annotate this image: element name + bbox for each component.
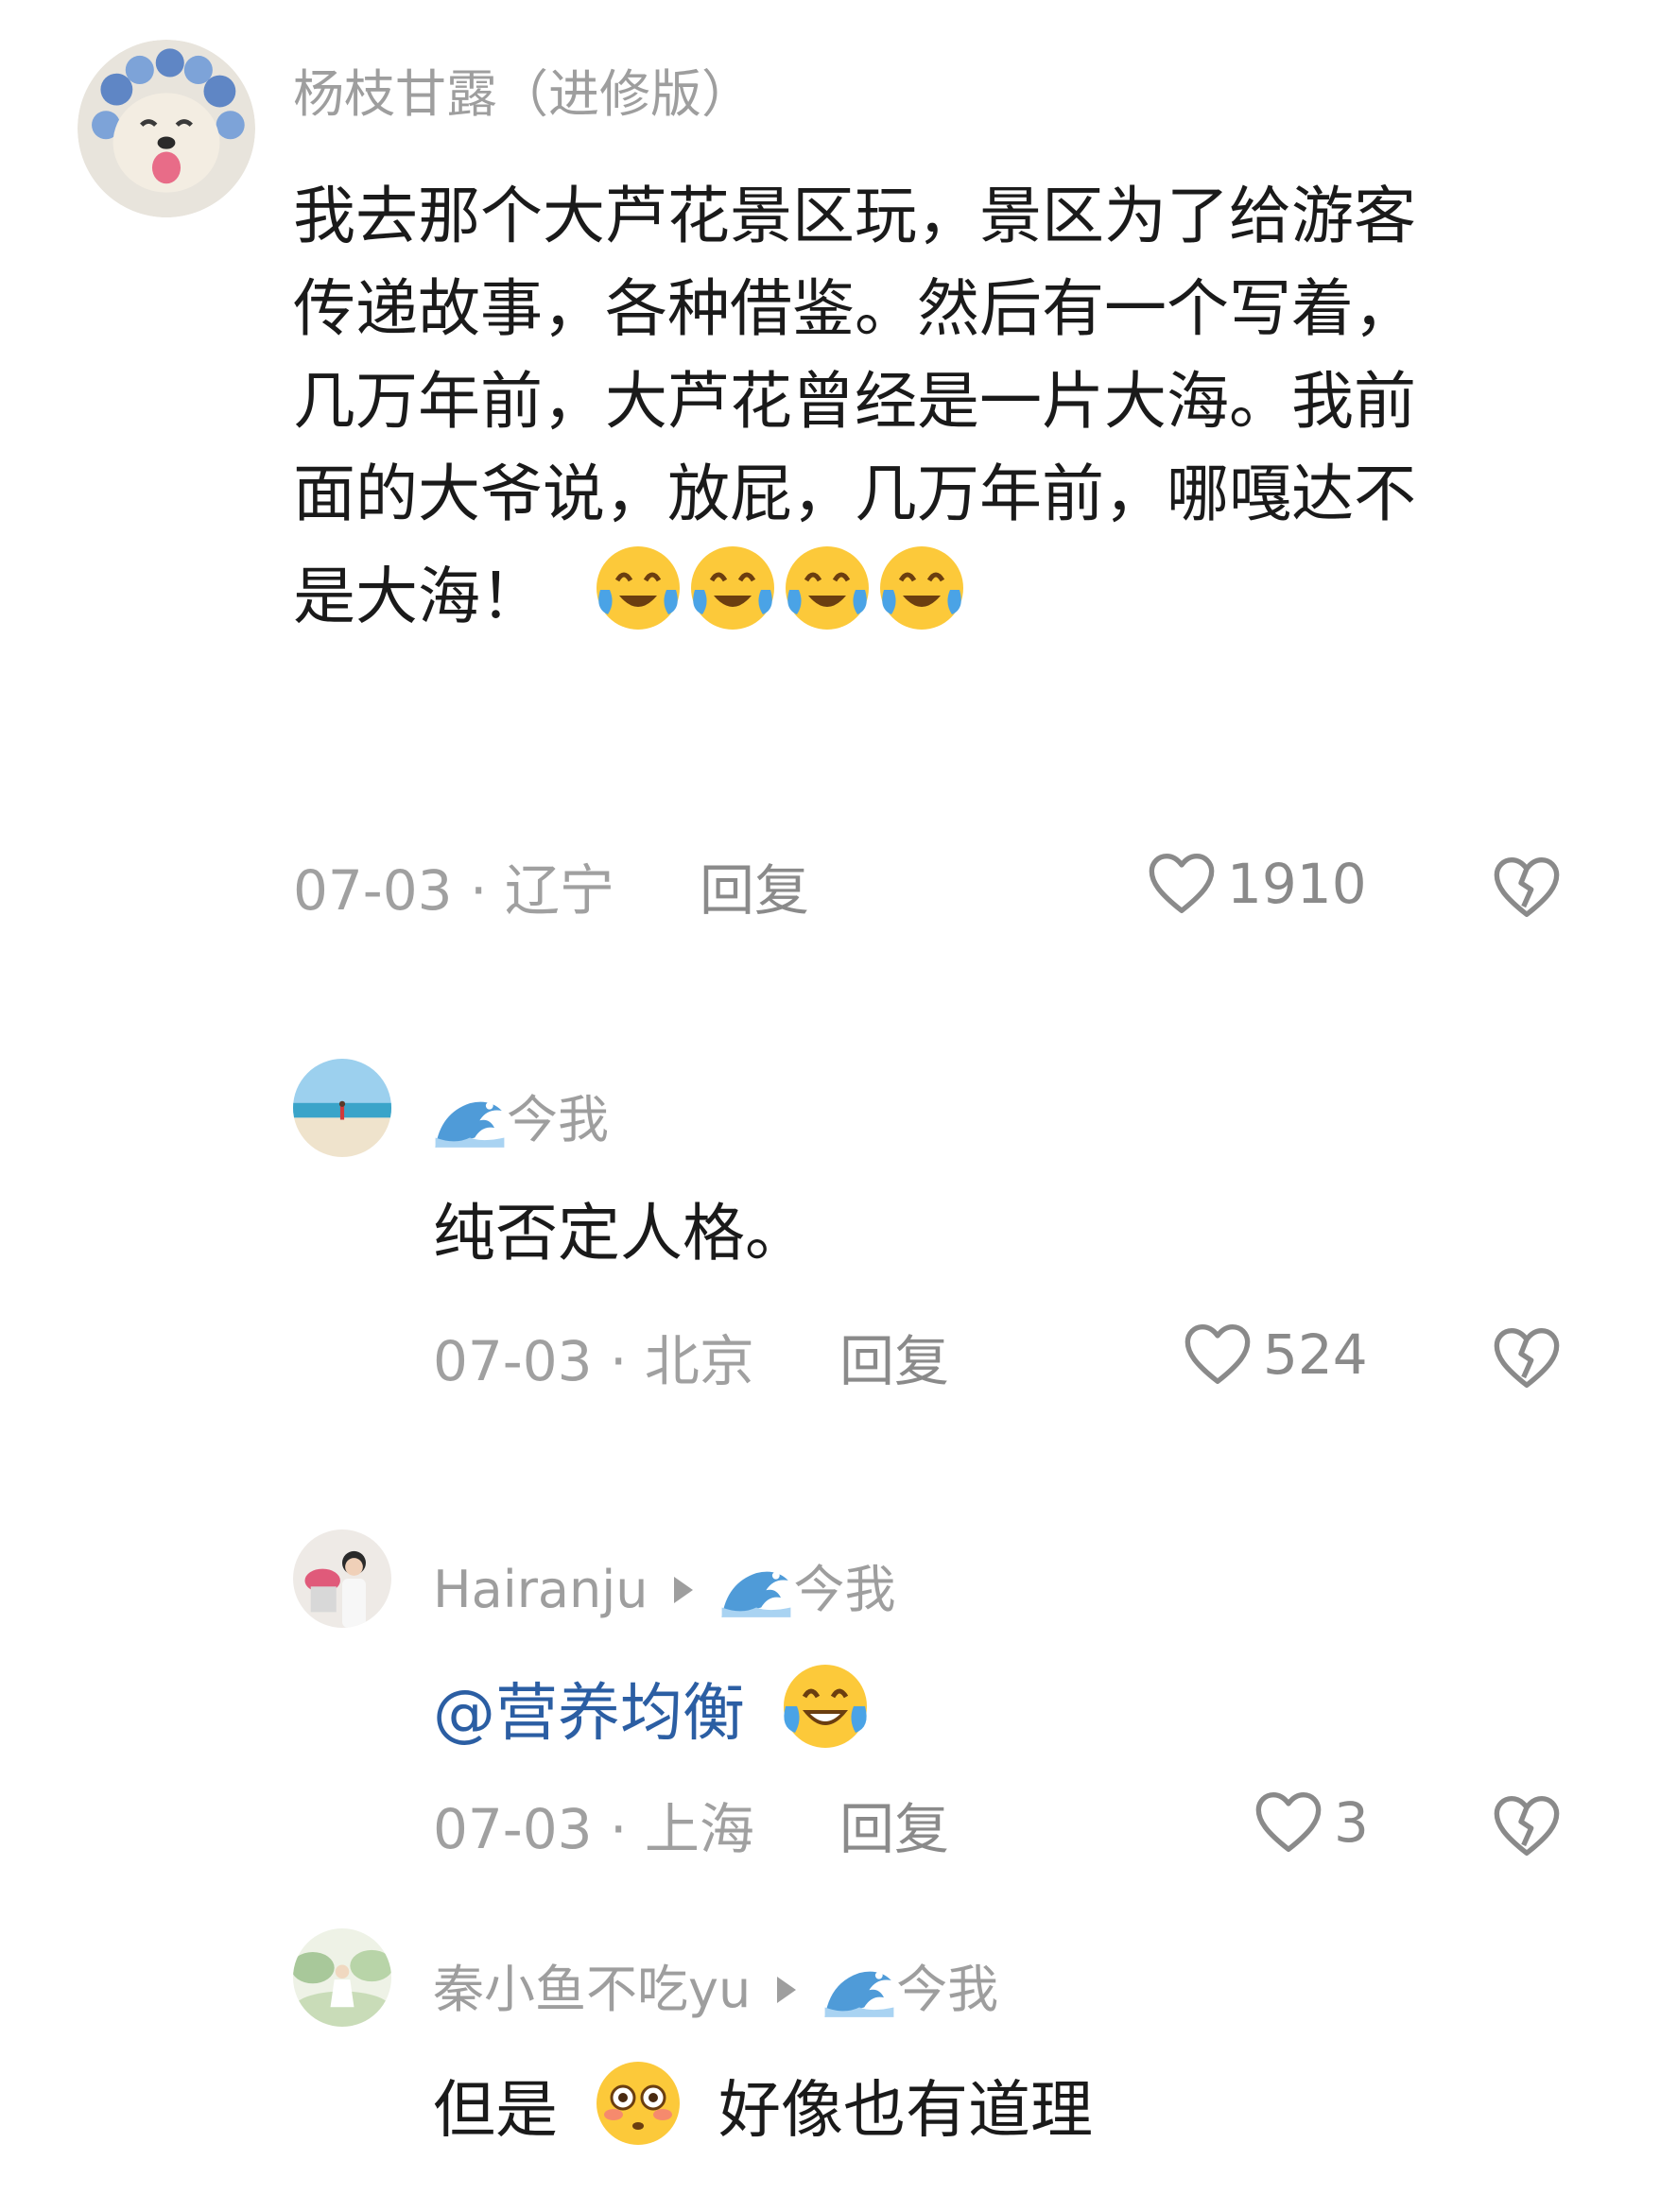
wave-icon [435, 1101, 505, 1149]
like-button[interactable]: 1910 [1144, 846, 1367, 922]
comment-meta: 07-03 · 北京 回复 524 [433, 1317, 1588, 1393]
date-location: 07-03 · 上海 [433, 1797, 754, 1861]
dislike-button[interactable] [1489, 1789, 1565, 1877]
username-label[interactable]: 秦小鱼不吃yu [433, 1960, 751, 2019]
user-avatar[interactable] [78, 40, 255, 217]
like-button[interactable]: 3 [1251, 1785, 1369, 1860]
like-count: 524 [1263, 1322, 1368, 1387]
date-location: 07-03 · 辽宁 [293, 858, 614, 923]
emoji-group [591, 541, 969, 661]
comment-meta: 07-03 · 上海 回复 3 [433, 1785, 1588, 1861]
broken-heart-icon [1494, 1796, 1560, 1856]
dog-avatar-icon [78, 40, 255, 217]
username-label[interactable]: Hairanju [433, 1560, 648, 1619]
flushed-emoji [591, 2056, 685, 2172]
garden-avatar-icon [293, 1928, 391, 2027]
comment-meta: 07-03 · 辽宁 回复 1910 [293, 846, 1588, 925]
username[interactable]: Hairanju 今我 [433, 1547, 895, 1628]
comment-text-part: 好像也有道理 [718, 2073, 1093, 2147]
user-avatar[interactable] [293, 1928, 391, 2027]
dislike-button[interactable] [1489, 850, 1565, 939]
flushed-emoji-icon [596, 2062, 680, 2145]
heart-icon [1184, 1324, 1251, 1384]
username[interactable]: 杨枝甘露（进修版） [293, 52, 752, 127]
broken-heart-icon [1494, 857, 1560, 917]
username[interactable]: 今我 [433, 1078, 609, 1158]
date-location: 07-03 · 北京 [433, 1329, 754, 1393]
username-label[interactable]: 杨枝甘露（进修版） [293, 64, 752, 124]
mention-link[interactable]: @营养均衡 [433, 1677, 745, 1750]
comment-text-part: 但是 [433, 2073, 558, 2147]
comment-text: @营养均衡 [433, 1659, 873, 1775]
broken-heart-icon [1494, 1328, 1560, 1388]
heart-icon [1149, 854, 1215, 913]
wave-icon [824, 1971, 894, 2018]
username[interactable]: 秦小鱼不吃yu 今我 [433, 1947, 998, 2028]
comment-text: 但是 好像也有道理 [433, 2056, 1093, 2172]
like-count: 1910 [1227, 852, 1367, 916]
wave-icon [722, 1571, 791, 1618]
crying-laughing-emoji [778, 1659, 873, 1775]
comment-line-last: 是大海！ [293, 541, 1579, 661]
reply-button[interactable]: 回复 [700, 846, 809, 925]
user-avatar[interactable] [293, 1529, 391, 1628]
comment-text: 纯否定人格。 [433, 1196, 807, 1271]
reply-arrow-icon [674, 1577, 694, 1604]
comment-line: 几万年前，大芦花曾经是一片大海。我前 [293, 365, 1416, 438]
crying-laughing-emoji-icon [596, 546, 963, 630]
comment-line: 传递故事，各种借鉴。然后有一个写着， [293, 272, 1416, 345]
comment-line: 是大海！ [293, 560, 543, 633]
dislike-button[interactable] [1489, 1321, 1565, 1409]
username-label[interactable]: 今我 [507, 1090, 609, 1149]
reply-arrow-icon [777, 1977, 797, 2004]
user-avatar[interactable] [293, 1059, 391, 1157]
reply-button[interactable]: 回复 [839, 1317, 949, 1396]
person-avatar-icon [293, 1529, 391, 1628]
reply-button[interactable]: 回复 [839, 1785, 949, 1864]
crying-laughing-emoji-icon [783, 1665, 867, 1748]
comment-line: 面的大爷说，放屁，几万年前，哪嘎达不 [293, 458, 1416, 530]
heart-icon [1255, 1792, 1322, 1852]
beach-avatar-icon [293, 1059, 391, 1157]
comment-line: 我去那个大芦花景区玩，景区为了给游客 [293, 180, 1416, 252]
like-button[interactable]: 524 [1180, 1317, 1368, 1392]
reply-target-label[interactable]: 今我 [896, 1960, 998, 2019]
comment-line: 纯否定人格。 [433, 1197, 807, 1270]
like-count: 3 [1334, 1790, 1369, 1855]
comment-text: 我去那个大芦花景区玩，景区为了给游客 传递故事，各种借鉴。然后有一个写着， 几万… [293, 170, 1579, 661]
reply-target-label[interactable]: 今我 [793, 1560, 895, 1619]
